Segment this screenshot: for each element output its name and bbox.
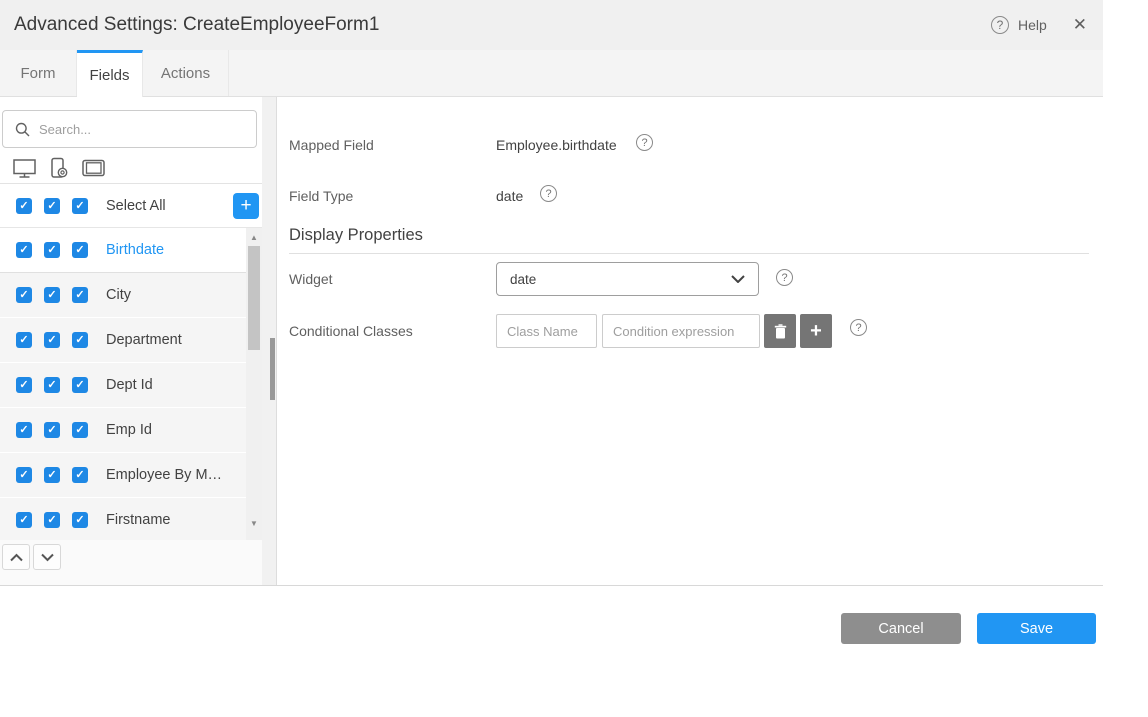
tablet-view-icon[interactable] <box>81 157 106 179</box>
help-link[interactable]: Help <box>1018 17 1047 33</box>
move-down-button[interactable] <box>33 544 61 570</box>
content-scrollbar[interactable] <box>262 97 277 585</box>
field-list: ✓ ✓ ✓ Birthdate ✓ ✓ ✓ City ✓ ✓ ✓ Department ✓ ✓ ✓ Dept … <box>0 228 246 540</box>
condition-expression-input[interactable] <box>602 314 760 348</box>
field-checkbox[interactable]: ✓ <box>44 242 60 258</box>
field-checkbox[interactable]: ✓ <box>44 377 60 393</box>
field-checkbox[interactable]: ✓ <box>44 287 60 303</box>
help-icon[interactable]: ? <box>636 134 653 151</box>
scrollbar-thumb[interactable] <box>270 338 275 400</box>
dialog-header: Advanced Settings: CreateEmployeeForm1 ?… <box>0 0 1103 50</box>
mapped-field-value: Employee.birthdate <box>496 137 617 153</box>
scroll-up-icon[interactable]: ▲ <box>246 233 262 242</box>
add-field-button[interactable]: + <box>233 193 259 219</box>
section-divider <box>289 253 1089 254</box>
tab-actions[interactable]: Actions <box>143 50 229 96</box>
select-all-checkbox[interactable]: ✓ <box>44 198 60 214</box>
search-box <box>2 110 257 148</box>
field-label: Dept Id <box>106 377 153 393</box>
chevron-down-icon <box>40 553 55 562</box>
advanced-settings-dialog: Advanced Settings: CreateEmployeeForm1 ?… <box>0 0 1103 717</box>
add-class-button[interactable]: + <box>800 314 832 348</box>
dialog-title: Advanced Settings: CreateEmployeeForm1 <box>14 14 991 36</box>
move-up-button[interactable] <box>2 544 30 570</box>
list-item[interactable]: ✓ ✓ ✓ Birthdate <box>0 228 246 273</box>
help-icon[interactable]: ? <box>776 269 793 286</box>
widget-select[interactable]: date <box>496 262 759 296</box>
field-type-label: Field Type <box>289 188 353 204</box>
help-icon[interactable]: ? <box>850 319 867 336</box>
field-label: City <box>106 287 131 303</box>
field-checkbox[interactable]: ✓ <box>16 332 32 348</box>
field-checkbox[interactable]: ✓ <box>44 332 60 348</box>
scrollbar-thumb[interactable] <box>248 246 260 350</box>
field-checkbox[interactable]: ✓ <box>16 287 32 303</box>
field-label: Firstname <box>106 512 170 528</box>
select-all-checkbox[interactable]: ✓ <box>16 198 32 214</box>
scroll-down-icon[interactable]: ▼ <box>246 519 262 528</box>
dialog-content: ✓ ✓ ✓ Select All + ✓✓✓Birthdate✓✓✓City✓✓… <box>0 97 1103 585</box>
field-checkbox[interactable]: ✓ <box>72 467 88 483</box>
desktop-view-icon[interactable] <box>12 157 37 179</box>
list-item[interactable]: ✓ ✓ ✓ Dept Id <box>0 363 246 408</box>
fields-sidebar: ✓ ✓ ✓ Select All + ✓✓✓Birthdate✓✓✓City✓✓… <box>0 97 262 585</box>
save-button[interactable]: Save <box>977 613 1096 644</box>
widget-label: Widget <box>289 271 333 287</box>
field-checkbox[interactable]: ✓ <box>72 242 88 258</box>
delete-class-button[interactable] <box>764 314 796 348</box>
field-checkbox[interactable]: ✓ <box>72 422 88 438</box>
field-checkbox[interactable]: ✓ <box>44 422 60 438</box>
tab-form[interactable]: Form <box>0 50 77 96</box>
conditional-classes-label: Conditional Classes <box>289 323 413 339</box>
list-item[interactable]: ✓ ✓ ✓ Emp Id <box>0 408 246 453</box>
field-list-scrollbar[interactable]: ▲ ▼ <box>246 228 262 540</box>
close-icon[interactable]: ✕ <box>1073 15 1087 35</box>
widget-select-value: date <box>510 272 536 287</box>
field-type-value: date <box>496 188 523 204</box>
field-order-controls <box>0 540 262 585</box>
field-checkbox[interactable]: ✓ <box>72 287 88 303</box>
search-icon <box>15 122 30 137</box>
class-name-input[interactable] <box>496 314 597 348</box>
chevron-up-icon <box>9 553 24 562</box>
field-label: Employee By M… <box>106 467 222 483</box>
field-checkbox[interactable]: ✓ <box>16 512 32 528</box>
list-item[interactable]: ✓ ✓ ✓ Firstname <box>0 498 246 540</box>
field-checkbox[interactable]: ✓ <box>72 512 88 528</box>
search-input[interactable] <box>39 122 256 137</box>
field-label: Birthdate <box>106 242 164 258</box>
trash-icon <box>774 324 787 339</box>
chevron-down-icon <box>731 275 745 283</box>
field-checkbox[interactable]: ✓ <box>72 332 88 348</box>
select-all-checkbox[interactable]: ✓ <box>72 198 88 214</box>
cancel-button[interactable]: Cancel <box>841 613 961 644</box>
list-item[interactable]: ✓ ✓ ✓ Employee By M… <box>0 453 246 498</box>
select-all-row[interactable]: ✓ ✓ ✓ Select All + <box>0 185 262 228</box>
field-label: Emp Id <box>106 422 152 438</box>
field-checkbox[interactable]: ✓ <box>16 467 32 483</box>
tab-bar: FormFieldsActions <box>0 50 1103 97</box>
help-icon[interactable]: ? <box>991 16 1009 34</box>
display-properties-heading: Display Properties <box>289 226 423 245</box>
tab-fields[interactable]: Fields <box>77 50 143 98</box>
mapped-field-label: Mapped Field <box>289 137 374 153</box>
field-checkbox[interactable]: ✓ <box>44 467 60 483</box>
list-item[interactable]: ✓ ✓ ✓ City <box>0 273 246 318</box>
mobile-view-icon[interactable] <box>48 157 70 179</box>
select-all-label: Select All <box>106 198 166 214</box>
field-label: Department <box>106 332 182 348</box>
field-checkbox[interactable]: ✓ <box>16 377 32 393</box>
field-checkbox[interactable]: ✓ <box>72 377 88 393</box>
field-checkbox[interactable]: ✓ <box>44 512 60 528</box>
header-actions: ? Help ✕ <box>991 15 1089 35</box>
footer-divider <box>0 585 1103 586</box>
list-item[interactable]: ✓ ✓ ✓ Department <box>0 318 246 363</box>
field-checkbox[interactable]: ✓ <box>16 422 32 438</box>
field-settings-panel: Mapped Field Employee.birthdate ? Field … <box>277 97 1103 585</box>
field-checkbox[interactable]: ✓ <box>16 242 32 258</box>
help-icon[interactable]: ? <box>540 185 557 202</box>
device-toggle-row <box>0 153 262 184</box>
